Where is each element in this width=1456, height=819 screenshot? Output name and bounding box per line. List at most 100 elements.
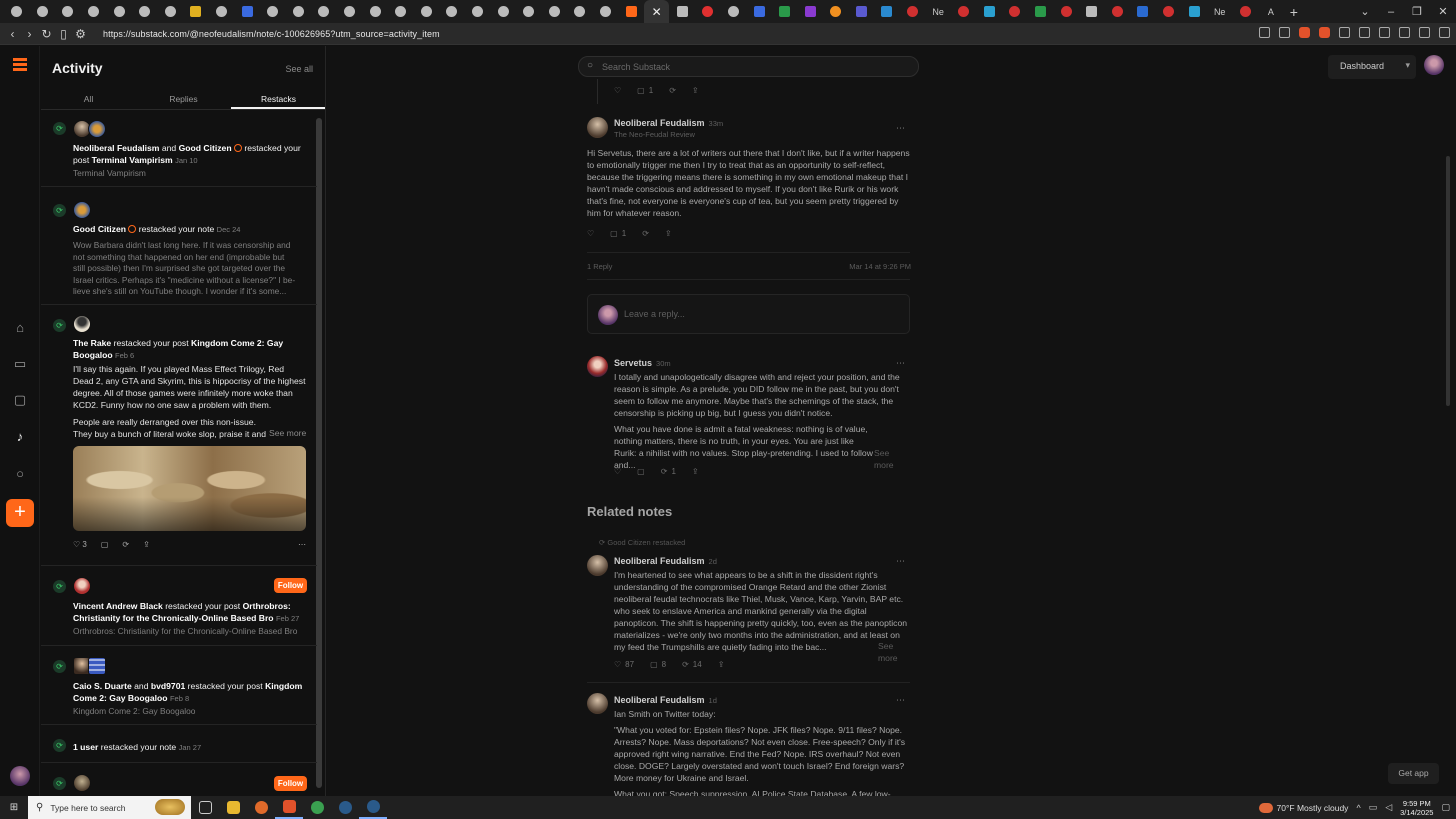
- main-scrollbar[interactable]: [1446, 156, 1450, 406]
- browser-tab[interactable]: A: [1258, 0, 1284, 23]
- restack-button-icon[interactable]: ⟳ 1: [661, 467, 676, 476]
- comment-button[interactable]: ▢ 1: [610, 229, 626, 238]
- activity-item[interactable]: ⟳ Good Citizen restacked your note Dec 2…: [41, 189, 317, 305]
- chat-icon[interactable]: ▢: [12, 392, 28, 408]
- search-bar[interactable]: ○ Search Substack: [578, 56, 919, 77]
- actor-name[interactable]: Good Citizen: [73, 224, 126, 234]
- browser-tab[interactable]: [260, 0, 286, 23]
- profile-avatar[interactable]: [10, 766, 30, 786]
- browser-tab[interactable]: [158, 0, 184, 23]
- reload-icon[interactable]: ↻: [38, 27, 55, 41]
- browser-tab[interactable]: [30, 0, 56, 23]
- back-icon[interactable]: ‹: [4, 27, 21, 41]
- new-tab-button[interactable]: +: [1290, 4, 1298, 20]
- activity-item[interactable]: ⟳ Follow: [41, 765, 317, 796]
- follow-button[interactable]: Follow: [274, 776, 307, 791]
- browser-tab[interactable]: [286, 0, 312, 23]
- tab-restacks[interactable]: Restacks: [231, 90, 325, 109]
- browser-tab[interactable]: [311, 0, 337, 23]
- restack-button-icon[interactable]: ⟳: [642, 229, 649, 238]
- actor-name[interactable]: 1 user: [73, 742, 98, 752]
- post-image[interactable]: [73, 446, 306, 531]
- tab-replies[interactable]: Replies: [136, 90, 231, 109]
- steam-icon[interactable]: [331, 796, 359, 819]
- browser-tab[interactable]: [414, 0, 440, 23]
- brave-shields-icon[interactable]: [1299, 27, 1310, 38]
- author-name[interactable]: Servetus 30m: [614, 358, 671, 368]
- bookmark-icon[interactable]: ▯: [55, 27, 72, 41]
- browser-tab[interactable]: [337, 0, 363, 23]
- tab-all[interactable]: All: [41, 90, 136, 109]
- browser-tab[interactable]: [874, 0, 900, 23]
- share-icon[interactable]: ⇪: [665, 229, 672, 238]
- notifications-icon[interactable]: ▢: [1441, 802, 1450, 813]
- taskbar-search-input[interactable]: Type here to search: [50, 803, 125, 813]
- share-icon[interactable]: ⇪: [692, 86, 699, 95]
- inbox-icon[interactable]: ▭: [12, 356, 28, 372]
- author-avatar[interactable]: [587, 693, 608, 714]
- leo-icon[interactable]: [1399, 27, 1410, 38]
- actor-name[interactable]: Vincent Andrew Black: [73, 601, 163, 611]
- browser-tab[interactable]: [4, 0, 30, 23]
- comment-button[interactable]: ▢: [637, 467, 645, 476]
- home-icon[interactable]: ⌂: [12, 320, 28, 336]
- activity-item[interactable]: ⟳ Follow Vincent Andrew Black restacked …: [41, 568, 317, 646]
- chevron-up-icon[interactable]: ^: [1356, 803, 1360, 813]
- close-icon[interactable]: ✕: [652, 5, 662, 19]
- browser-tab[interactable]: [669, 0, 695, 23]
- browser-tab[interactable]: [951, 0, 977, 23]
- more-options-icon[interactable]: ⋯: [298, 540, 306, 549]
- site-info-icon[interactable]: ⚙: [72, 27, 89, 41]
- browser-tab[interactable]: [797, 0, 823, 23]
- actor-name[interactable]: Caio S. Duarte: [73, 681, 132, 691]
- steam-icon[interactable]: [359, 796, 387, 819]
- browser-tab-active[interactable]: ✕: [643, 0, 670, 23]
- like-button[interactable]: ♡: [614, 86, 621, 95]
- author-name[interactable]: Neoliberal Feudalism 1d: [614, 695, 717, 705]
- create-button[interactable]: +: [6, 499, 34, 527]
- clock[interactable]: 9:59 PM 3/14/2025: [1400, 799, 1433, 817]
- share-icon[interactable]: [1279, 27, 1290, 38]
- browser-tab[interactable]: [695, 0, 721, 23]
- browser-tab[interactable]: [106, 0, 132, 23]
- like-button[interactable]: ♡ 87: [614, 660, 634, 669]
- taskbar-search[interactable]: ⚲ Type here to search: [28, 796, 191, 819]
- screen-icon[interactable]: [1259, 27, 1270, 38]
- browser-tab[interactable]: [490, 0, 516, 23]
- restack-button-icon[interactable]: ⟳: [122, 540, 129, 549]
- substack-logo-icon[interactable]: [13, 58, 27, 74]
- tab-search-button[interactable]: ⌄: [1352, 5, 1378, 18]
- windows-start-icon[interactable]: ⊞: [0, 802, 28, 813]
- browser-tab[interactable]: [849, 0, 875, 23]
- browser-tab[interactable]: [55, 0, 81, 23]
- see-more-link[interactable]: See more: [874, 640, 911, 664]
- browser-tab[interactable]: [746, 0, 772, 23]
- menu-icon[interactable]: [1439, 27, 1450, 38]
- dashboard-button[interactable]: Dashboard ▾: [1328, 55, 1416, 79]
- share-icon[interactable]: ⇪: [143, 540, 150, 549]
- browser-tab[interactable]: [362, 0, 388, 23]
- browser-tab[interactable]: [1105, 0, 1131, 23]
- file-explorer-icon[interactable]: [219, 796, 247, 819]
- browser-tab[interactable]: [1053, 0, 1079, 23]
- activity-item[interactable]: ⟳ The Rake restacked your post Kingdom C…: [41, 306, 317, 566]
- restack-button-icon[interactable]: ⟳ 14: [682, 660, 702, 669]
- restore-button[interactable]: ❐: [1404, 5, 1430, 18]
- firefox-icon[interactable]: [247, 796, 275, 819]
- browser-tab[interactable]: [439, 0, 465, 23]
- browser-tab[interactable]: [132, 0, 158, 23]
- sidebar-icon[interactable]: [1359, 27, 1370, 38]
- weather-widget[interactable]: 70°F Mostly cloudy: [1258, 802, 1348, 813]
- reply-input[interactable]: Leave a reply...: [624, 309, 685, 319]
- comment-icon[interactable]: ▢: [101, 540, 109, 549]
- network-icon[interactable]: ▭: [1369, 802, 1378, 813]
- browser-tab[interactable]: [388, 0, 414, 23]
- close-window-button[interactable]: ✕: [1430, 5, 1456, 18]
- browser-tab[interactable]: [1233, 0, 1259, 23]
- browser-tab[interactable]: [1002, 0, 1028, 23]
- author-name[interactable]: Neoliberal Feudalism 2d: [614, 556, 717, 566]
- activity-item[interactable]: ⟳ 1 user restacked your note Jan 27: [41, 727, 317, 763]
- more-options-icon[interactable]: ⋯: [896, 695, 905, 706]
- follow-button[interactable]: Follow: [274, 578, 307, 593]
- chevron-down-icon[interactable]: ▾: [1405, 60, 1410, 71]
